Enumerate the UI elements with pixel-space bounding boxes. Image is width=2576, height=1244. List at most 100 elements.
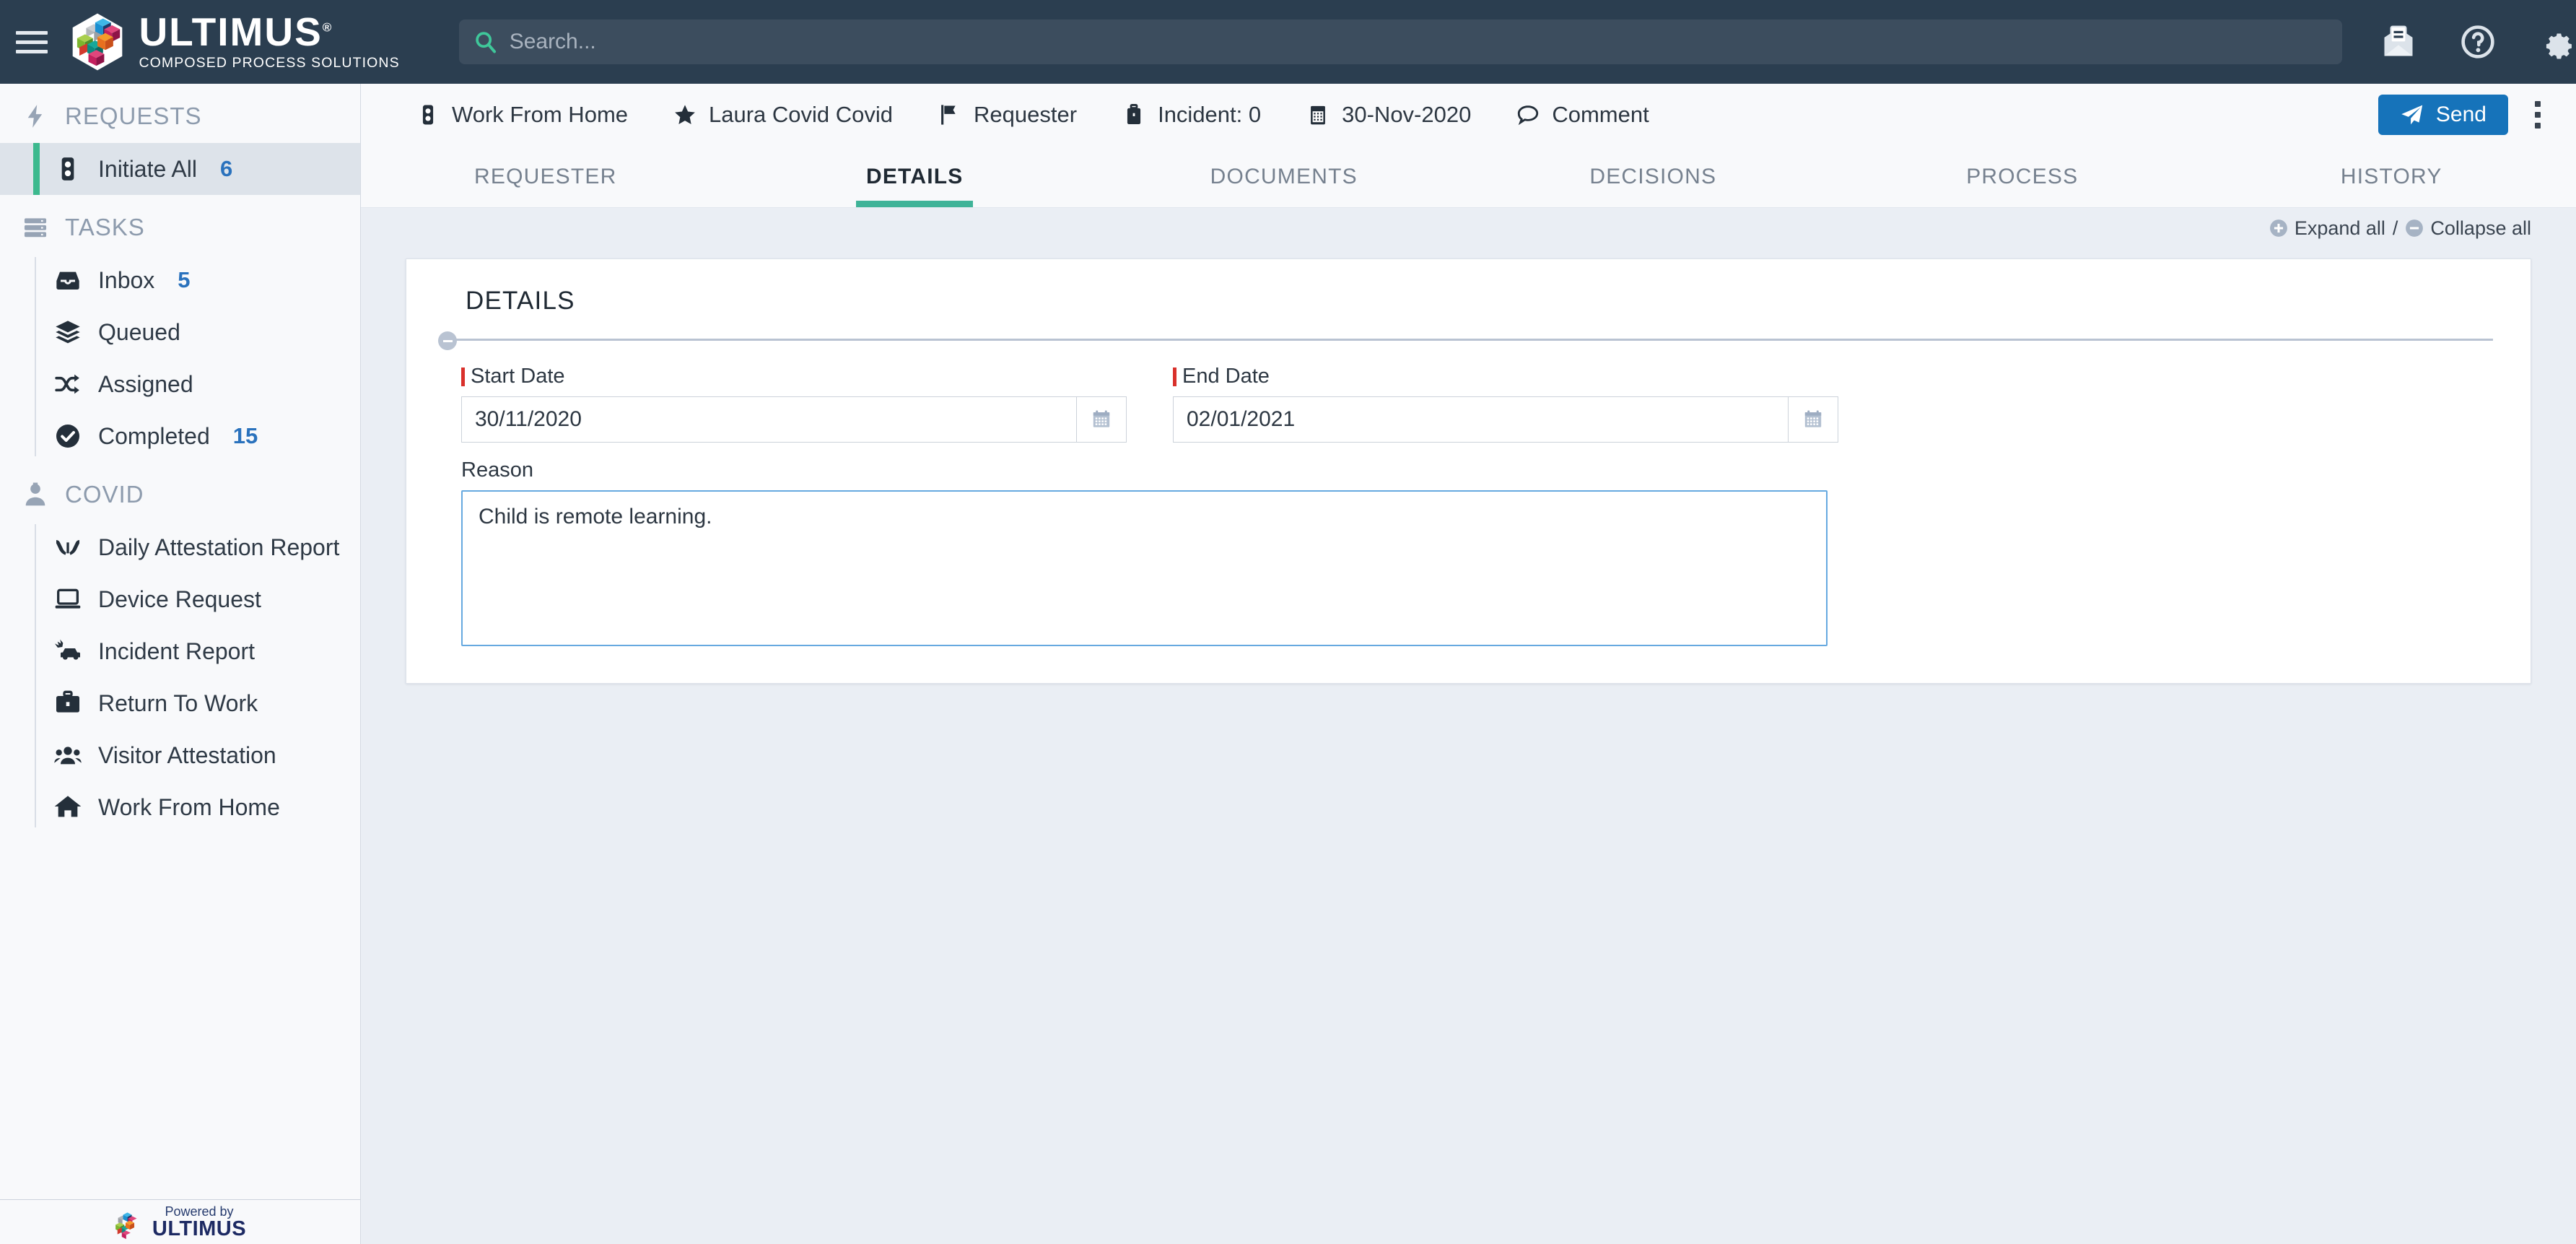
sidebar-item-label: Incident Report [98, 638, 256, 664]
sidebar-item-label: Assigned [98, 370, 193, 397]
sidebar-item-initiate-all[interactable]: Initiate All 6 [0, 143, 360, 195]
traffic-light-icon [422, 105, 434, 125]
plus-circle-icon [2269, 219, 2287, 237]
send-button-label: Send [2435, 103, 2487, 126]
flag-icon [941, 105, 956, 125]
hamburger-menu-icon[interactable] [16, 27, 48, 56]
breadcrumb-item-requester-name[interactable]: Laura Covid Covid [673, 102, 893, 128]
sidebar-item-label: Initiate All [98, 155, 197, 182]
separator: / [2392, 217, 2398, 239]
tab-requester[interactable]: REQUESTER [361, 146, 730, 207]
expand-collapse-bar: Expand all / Collapse all [361, 208, 2576, 248]
end-date-input-group [1173, 396, 1838, 443]
mail-icon[interactable] [2380, 23, 2417, 61]
sidebar-item-completed[interactable]: Completed 15 [0, 410, 360, 462]
briefcase-icon [1127, 103, 1141, 125]
breadcrumb-item-requester-role[interactable]: Requester [938, 102, 1077, 128]
global-search-bar[interactable] [458, 19, 2342, 64]
breadcrumb-item-comment[interactable]: Comment [1516, 102, 1649, 128]
breadcrumb-item-work-from-home[interactable]: Work From Home [416, 102, 628, 128]
collapse-all-link[interactable]: Collapse all [2405, 217, 2531, 240]
car-crash-icon [55, 639, 80, 660]
main-content-area: Work From Home Laura Covid Covid Request… [361, 84, 2576, 1244]
date-fields-row: Start Date 30/11/2020 End Date 02/01/202… [406, 347, 2531, 443]
sidebar-group-label: TASKS [65, 214, 145, 240]
left-sidebar: REQUESTS Initiate All 6 TASKS Inbox 5 Qu… [0, 84, 361, 1199]
sidebar-group-label: REQUESTS [65, 103, 202, 129]
sidebar-item-label: Return To Work [98, 690, 258, 716]
reason-textarea[interactable]: Child is remote learning. [461, 490, 1828, 646]
end-date-field: End Date [1173, 365, 1838, 443]
tab-history[interactable]: HISTORY [2207, 146, 2576, 207]
required-marker [461, 367, 465, 386]
sidebar-item-work-from-home[interactable]: Work From Home [0, 781, 360, 833]
tab-decisions[interactable]: DECISIONS [1469, 146, 1838, 207]
settings-gear-icon[interactable] [2538, 23, 2576, 61]
sidebar-item-device-request[interactable]: Device Request [0, 573, 360, 625]
sidebar-item-label: Inbox [98, 266, 155, 293]
calendar-icon [1093, 410, 1110, 427]
breadcrumb-label: 30-Nov-2020 [1342, 102, 1472, 127]
end-date-calendar-button[interactable] [1788, 396, 1838, 443]
required-marker [1173, 367, 1176, 386]
kebab-menu-icon[interactable] [2521, 95, 2554, 135]
footer-brand-name: ULTIMUS [152, 1217, 247, 1240]
expand-all-label: Expand all [2294, 217, 2385, 239]
sidebar-footer: Powered by ULTIMUS [0, 1199, 361, 1244]
tab-label: DECISIONS [1589, 164, 1717, 188]
end-date-input[interactable] [1173, 396, 1788, 443]
sidebar-group-covid: COVID [0, 462, 360, 521]
search-input[interactable] [509, 30, 2328, 54]
calendar-icon [1804, 410, 1822, 427]
breadcrumb-item-date[interactable]: 30-Nov-2020 [1306, 102, 1471, 128]
tab-label: HISTORY [2340, 164, 2442, 188]
sidebar-item-assigned[interactable]: Assigned [0, 358, 360, 410]
start-date-calendar-button[interactable] [1076, 396, 1127, 443]
star-icon [675, 105, 695, 125]
breadcrumb: Work From Home Laura Covid Covid Request… [361, 84, 2576, 146]
tab-bar: REQUESTER DETAILS DOCUMENTS DECISIONS PR… [361, 146, 2576, 208]
breadcrumb-item-incident[interactable]: Incident: 0 [1122, 102, 1261, 128]
layers-icon [56, 321, 80, 344]
sidebar-group-tasks: TASKS [0, 195, 360, 254]
powered-by-ultimus: Powered by ULTIMUS [114, 1205, 246, 1240]
sidebar-group-label: COVID [65, 481, 144, 508]
sidebar-item-count: 5 [178, 267, 191, 292]
sidebar-item-count: 6 [219, 156, 233, 181]
help-icon[interactable] [2459, 23, 2497, 61]
start-date-field: Start Date [461, 365, 1127, 443]
tab-process[interactable]: PROCESS [1838, 146, 2207, 207]
sidebar-item-visitor-attestation[interactable]: Visitor Attestation [0, 729, 360, 781]
start-date-input[interactable] [461, 396, 1076, 443]
minus-circle-icon [2406, 219, 2424, 237]
sidebar-group-requests: REQUESTS [0, 84, 360, 143]
calendar-icon [1311, 105, 1326, 125]
section-divider-row [406, 331, 2531, 350]
section-collapse-handle[interactable] [438, 331, 457, 350]
laptop-icon [55, 588, 81, 609]
sidebar-item-inbox[interactable]: Inbox 5 [0, 254, 360, 306]
reason-label: Reason [461, 458, 2531, 482]
powered-by-label: Powered by [165, 1204, 234, 1219]
sidebar-item-daily-attestation-report[interactable]: Daily Attestation Report [0, 521, 360, 573]
sidebar-item-label: Queued [98, 318, 180, 345]
sidebar-item-return-to-work[interactable]: Return To Work [0, 677, 360, 729]
tab-label: REQUESTER [474, 164, 617, 188]
sidebar-item-incident-report[interactable]: Incident Report [0, 625, 360, 677]
traffic-light-icon [61, 157, 74, 180]
sidebar-item-label: Daily Attestation Report [98, 534, 340, 560]
breadcrumb-label: Requester [974, 102, 1078, 127]
sidebar-items-requests: Initiate All 6 [0, 143, 360, 195]
expand-all-link[interactable]: Expand all [2269, 217, 2385, 240]
minus-glyph [442, 339, 453, 342]
brand-logo-area[interactable]: ULTIMUS® COMPOSED PROCESS SOLUTIONS [69, 12, 399, 71]
tab-details[interactable]: DETAILS [730, 146, 1100, 207]
sidebar-item-queued[interactable]: Queued [0, 306, 360, 358]
registered-mark: ® [322, 20, 333, 35]
tab-label: PROCESS [1966, 164, 2079, 188]
send-button[interactable]: Send [2378, 95, 2508, 135]
end-date-label: End Date [1173, 365, 1838, 388]
search-icon [475, 32, 496, 53]
tab-documents[interactable]: DOCUMENTS [1099, 146, 1469, 207]
details-section-title: DETAILS [466, 287, 575, 315]
